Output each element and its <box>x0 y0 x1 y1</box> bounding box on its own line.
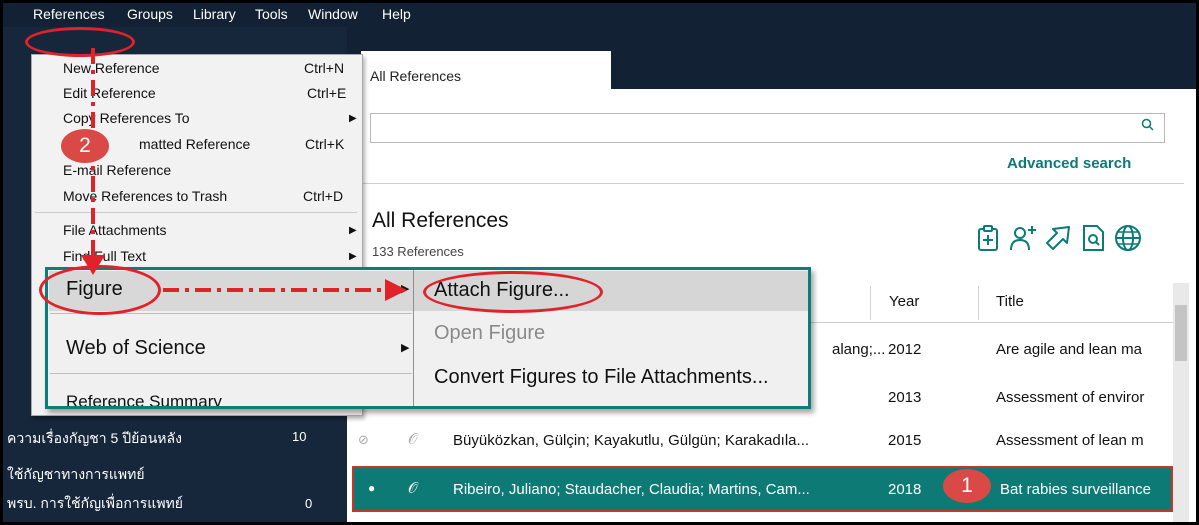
callout-figure <box>39 265 161 315</box>
step-badge-1: 1 <box>943 469 991 503</box>
callout-attach-figure <box>423 271 603 313</box>
callout-references-menu <box>25 27 135 57</box>
app-window: References Groups Library Tools Window H… <box>0 0 1199 525</box>
annotation-arrows <box>81 48 407 301</box>
step-badge-2: 2 <box>61 129 109 163</box>
